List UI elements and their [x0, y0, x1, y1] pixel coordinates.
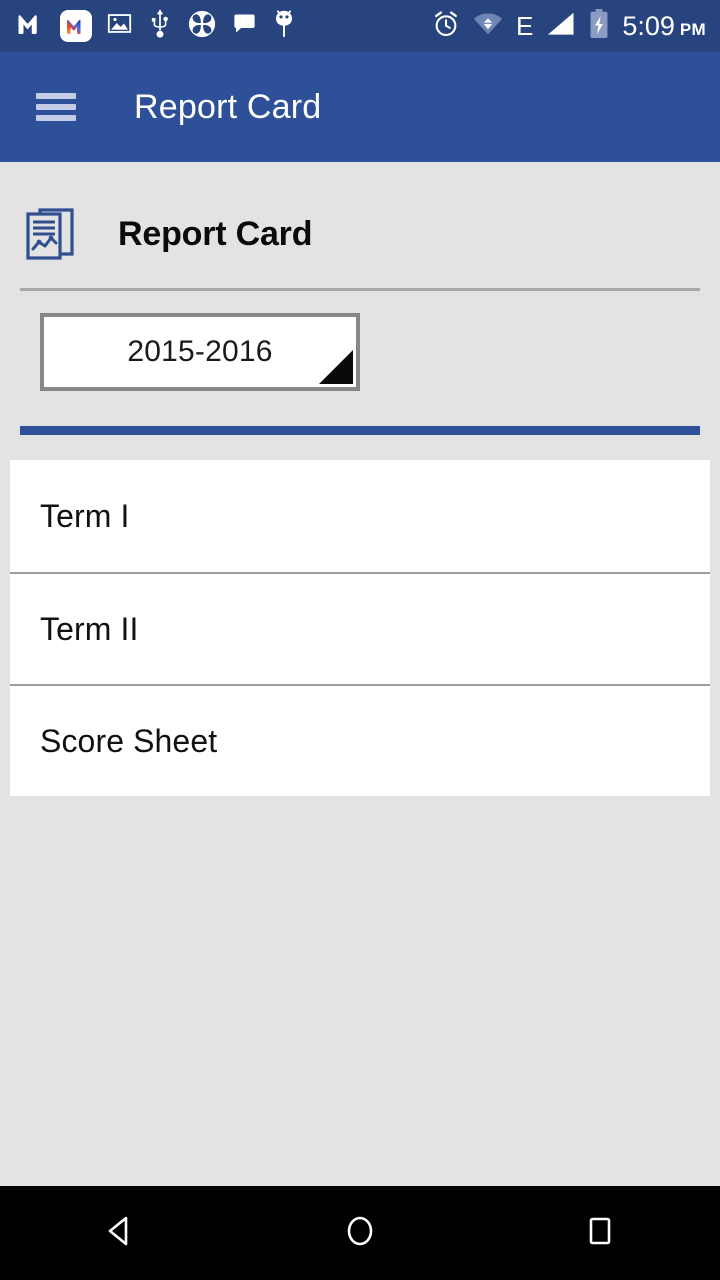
content-area: Report Card 2015-2016 Term I Term II Sco…	[0, 162, 720, 1186]
hamburger-bar-3	[36, 115, 76, 121]
android-debug-icon	[272, 9, 296, 44]
report-card-list: Term I Term II Score Sheet	[10, 460, 710, 796]
mail-m-logo-icon	[16, 9, 46, 44]
status-bar: E 5:09 PM	[0, 0, 720, 52]
flower-clover-icon	[187, 9, 217, 44]
android-navigation-bar	[0, 1186, 720, 1280]
report-document-chart-icon	[22, 204, 78, 264]
list-item-label: Term I	[40, 497, 130, 534]
page-header: Report Card	[0, 162, 720, 264]
app-bar-title: Report Card	[134, 87, 322, 126]
status-bar-notification-icons	[16, 9, 432, 44]
clock-time-value: 5:09	[622, 10, 675, 41]
photo-image-icon	[106, 10, 133, 42]
list-item-term-2[interactable]: Term II	[10, 572, 710, 684]
nav-home-button[interactable]	[300, 1186, 420, 1280]
hamburger-menu-icon[interactable]	[36, 93, 76, 121]
phone-screen: E 5:09 PM Report Card Report Card 2015-2…	[0, 0, 720, 1280]
list-item-label: Score Sheet	[40, 722, 218, 759]
nav-recents-button[interactable]	[540, 1186, 660, 1280]
app-bar: Report Card	[0, 52, 720, 162]
wifi-icon	[473, 12, 503, 41]
list-item-score-sheet[interactable]: Score Sheet	[10, 684, 710, 796]
hamburger-bar-2	[36, 104, 76, 110]
mail-m-badge-icon	[60, 10, 92, 42]
recents-square-icon	[579, 1210, 621, 1257]
clock-ampm: PM	[679, 19, 706, 39]
hamburger-bar-1	[36, 93, 76, 99]
accent-divider	[20, 426, 700, 435]
academic-year-spinner[interactable]: 2015-2016	[40, 313, 360, 391]
battery-charging-icon	[589, 8, 609, 44]
spinner-dropdown-arrow-icon	[319, 350, 353, 384]
network-type-label: E	[515, 11, 534, 41]
list-item-term-1[interactable]: Term I	[10, 460, 710, 572]
signal-bars-icon	[546, 11, 576, 42]
page-title: Report Card	[118, 214, 313, 253]
home-circle-icon	[339, 1210, 381, 1257]
nav-back-button[interactable]	[60, 1186, 180, 1280]
status-bar-system-icons: E 5:09 PM	[432, 8, 706, 44]
academic-year-spinner-value: 2015-2016	[127, 335, 273, 368]
header-divider	[20, 288, 700, 291]
alarm-clock-icon	[432, 10, 460, 43]
chat-bubble-icon	[231, 10, 258, 42]
list-item-label: Term II	[40, 610, 139, 647]
status-bar-clock: 5:09 PM	[622, 10, 706, 41]
back-triangle-icon	[99, 1210, 141, 1257]
usb-icon	[147, 9, 173, 44]
